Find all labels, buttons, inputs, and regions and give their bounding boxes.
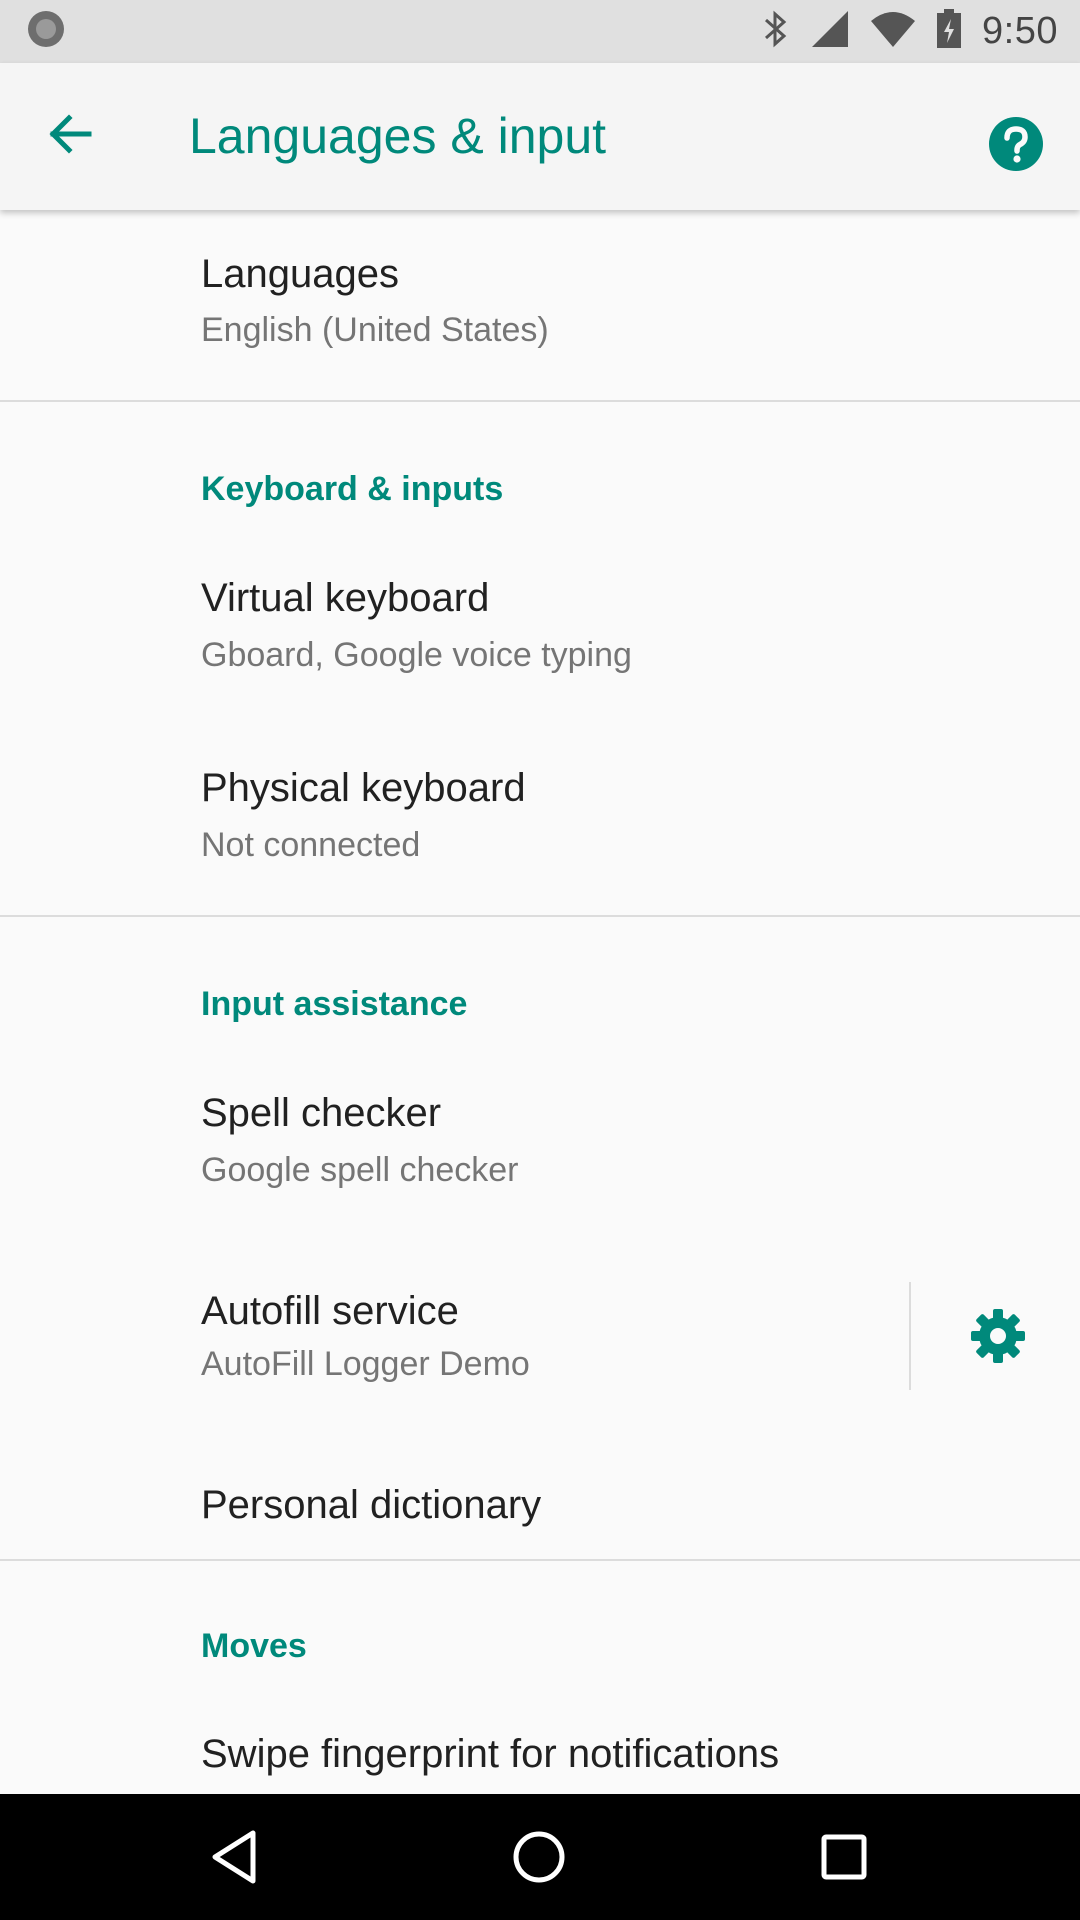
pref-summary: English (United States) [201, 311, 549, 349]
recents-square-icon [814, 1834, 874, 1891]
bluetooth-icon [762, 9, 790, 54]
pref-title: Autofill service [201, 1289, 459, 1333]
cellular-signal-icon [810, 9, 850, 54]
help-button[interactable] [988, 116, 1044, 172]
section-header-input-assistance: Input assistance [201, 985, 468, 1023]
divider [0, 1559, 1080, 1561]
pref-summary: Not connected [201, 826, 421, 864]
section-header-keyboard: Keyboard & inputs [201, 470, 504, 508]
physical-keyboard-pref[interactable]: Physical keyboard Not connected [0, 730, 1080, 914]
gear-icon [968, 1309, 1028, 1370]
pref-title: Virtual keyboard [201, 576, 490, 620]
back-triangle-icon [207, 1830, 267, 1891]
help-icon [988, 117, 1044, 176]
pref-title: Spell checker [201, 1091, 442, 1135]
divider [0, 915, 1080, 917]
autofill-service-pref[interactable]: Autofill service AutoFill Logger Demo [0, 1245, 1080, 1435]
nav-back-button[interactable] [207, 1827, 267, 1887]
arrow-back-icon [45, 110, 93, 163]
app-bar: Languages & input [0, 63, 1080, 210]
pref-summary: Gboard, Google voice typing [201, 636, 632, 674]
status-bar: 9:50 [0, 0, 1080, 63]
virtual-keyboard-pref[interactable]: Virtual keyboard Gboard, Google voice ty… [0, 540, 1080, 730]
autofill-settings-button[interactable] [968, 1306, 1028, 1366]
settings-list: Languages English (United States) Keyboa… [0, 210, 1080, 1794]
wifi-icon [870, 9, 916, 54]
home-circle-icon [509, 1831, 569, 1891]
pref-summary: Google spell checker [201, 1151, 519, 1189]
navigation-bar [0, 1794, 1080, 1920]
notification-dot-icon [26, 9, 66, 54]
status-time: 9:50 [982, 10, 1058, 52]
personal-dictionary-pref[interactable]: Personal dictionary [0, 1435, 1080, 1570]
divider [0, 400, 1080, 402]
pref-summary: AutoFill Logger Demo [201, 1345, 530, 1383]
section-header-moves: Moves [201, 1627, 307, 1665]
nav-recents-button[interactable] [814, 1827, 874, 1887]
pref-title: Personal dictionary [201, 1483, 542, 1527]
spell-checker-pref[interactable]: Spell checker Google spell checker [0, 1055, 1080, 1245]
languages-pref[interactable]: Languages English (United States) [0, 210, 1080, 400]
nav-home-button[interactable] [509, 1827, 569, 1887]
vertical-divider [909, 1282, 911, 1390]
swipe-fingerprint-pref[interactable]: Swipe fingerprint for notifications [0, 1690, 1080, 1794]
pref-title: Physical keyboard [201, 766, 526, 810]
pref-title: Languages [201, 252, 399, 296]
battery-icon [936, 9, 962, 54]
pref-title: Swipe fingerprint for notifications [201, 1732, 780, 1776]
back-button[interactable] [36, 103, 102, 169]
page-title: Languages & input [189, 108, 607, 164]
